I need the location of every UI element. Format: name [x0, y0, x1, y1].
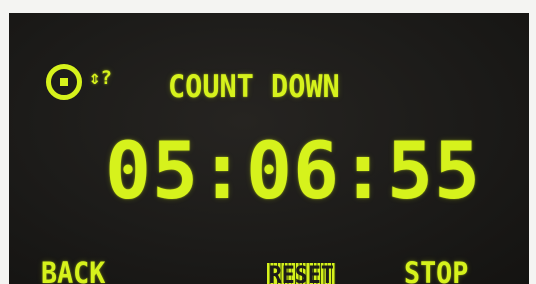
back-button[interactable]: BACK: [41, 259, 105, 284]
stop-button[interactable]: STOP: [404, 259, 468, 284]
countdown-timer: 05:06:55: [105, 127, 482, 217]
status-indicator: ⇕?: [89, 67, 112, 89]
mode-title: COUNT DOWN: [168, 69, 340, 105]
target-icon: [46, 64, 82, 100]
reset-button[interactable]: RESET: [267, 263, 336, 284]
lcd-screen: ⇕? COUNT DOWN 05:06:55 BACK RESET STOP: [9, 13, 529, 284]
